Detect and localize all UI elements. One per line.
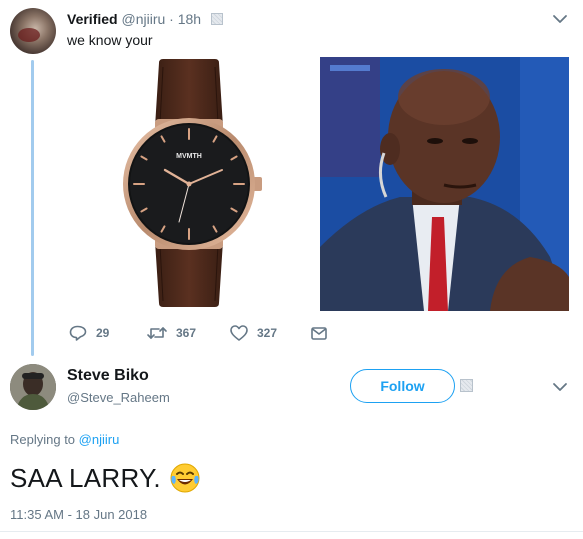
divider [0,531,583,532]
tweet-timestamp[interactable]: 11:35 AM - 18 Jun 2018 [10,507,147,522]
avatar[interactable] [10,364,56,410]
broken-image-icon [210,13,223,25]
like-count: 327 [257,326,278,340]
author-name[interactable]: Steve Biko [67,367,149,385]
chevron-down-icon[interactable] [551,378,569,396]
retweet-action[interactable]: 367 [146,322,196,344]
reply-icon [69,325,87,341]
broken-image-icon [460,379,473,392]
replying-to: Replying to @njiiru [10,432,119,447]
tweet-text-content: SAA LARRY. [10,462,161,493]
watch-illustration: MVMTH [123,59,262,307]
watch-brand-text: MVMTH [176,153,202,160]
author-handle[interactable]: @njiiru [121,11,165,27]
tweet-header: Verified @njiiru · 18h [67,11,223,27]
reply-action[interactable]: 29 [68,322,109,344]
envelope-icon [311,327,327,340]
avatar-illustration [10,364,56,410]
replying-to-label: Replying to [10,432,76,447]
avatar[interactable] [10,8,56,54]
retweet-icon [147,327,167,339]
tweet-text: we know your [67,32,153,48]
retweet-count: 367 [176,326,197,340]
person-photo-illustration [320,57,569,311]
replying-to-handle[interactable]: @njiiru [79,432,120,447]
media-image-photo[interactable] [320,57,569,311]
chevron-down-icon[interactable] [551,10,569,28]
thread-connector-line [31,60,34,356]
follow-button[interactable]: Follow [350,369,455,403]
separator-dot: · [169,11,174,27]
author-handle[interactable]: @Steve_Raheem [67,390,170,405]
heart-icon [230,325,248,341]
tweet-time[interactable]: 18h [178,11,201,27]
direct-message-action[interactable] [309,322,329,344]
reply-count: 29 [96,326,110,340]
media-image-watch[interactable]: MVMTH [67,57,315,311]
like-action[interactable]: 327 [229,322,277,344]
crying-laughing-emoji-icon [170,463,200,493]
tweet-text: SAA LARRY. [10,462,201,494]
author-name[interactable]: Verified [67,11,118,27]
